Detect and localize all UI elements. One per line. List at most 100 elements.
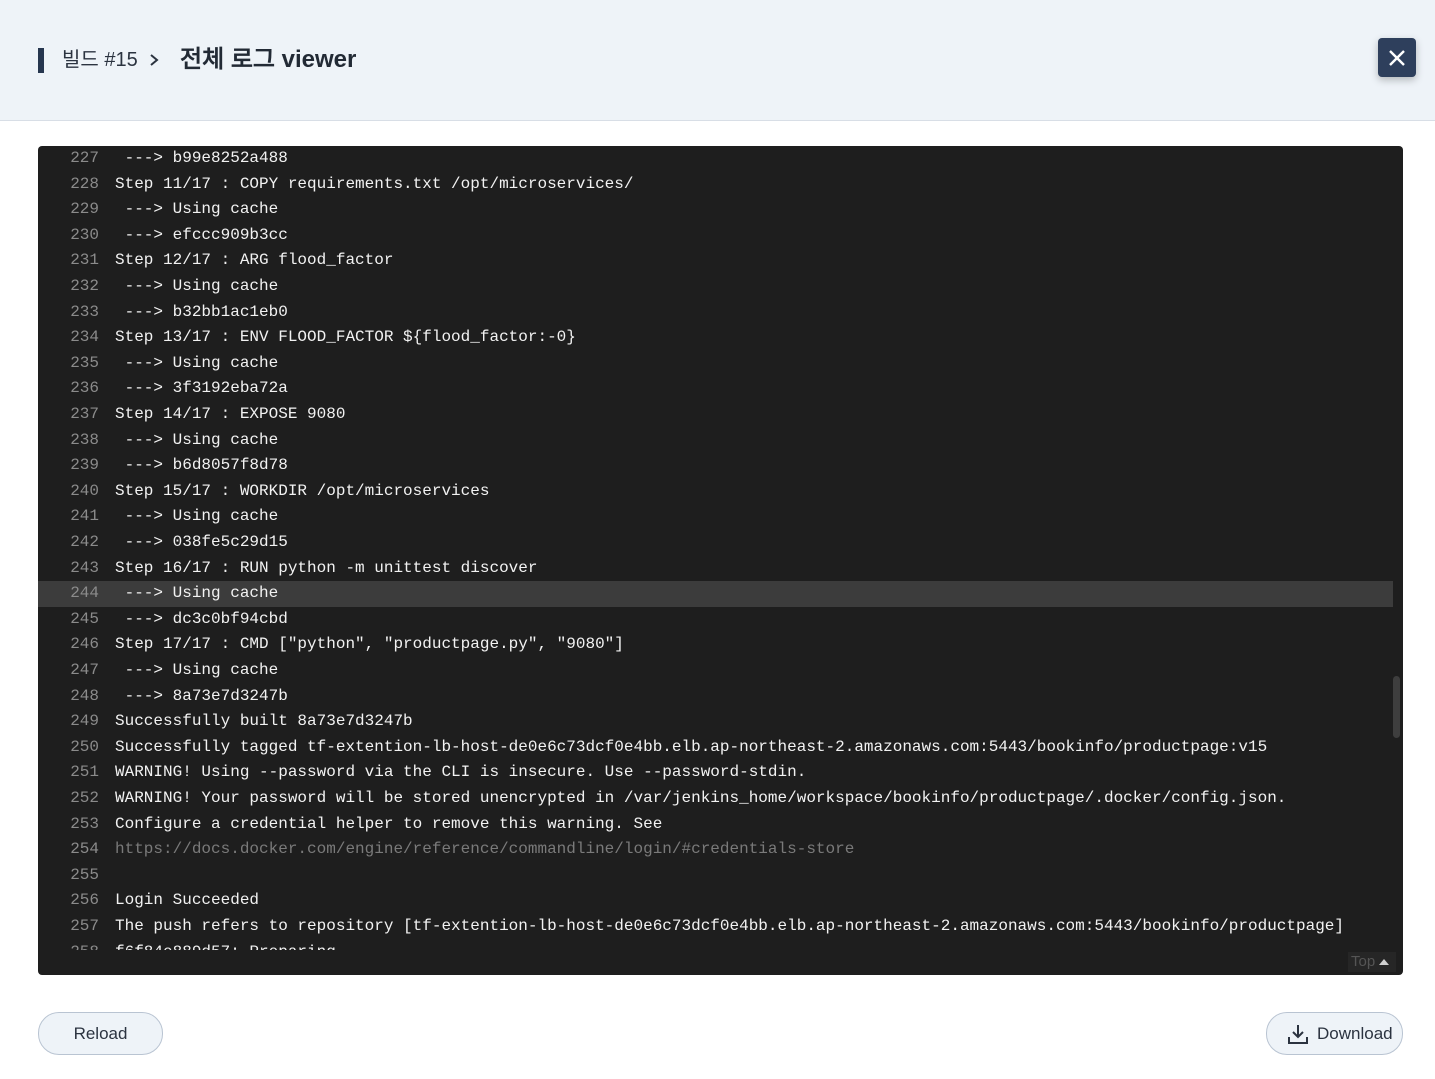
top-label: Top [1351, 953, 1376, 970]
log-text: ---> b99e8252a488 [115, 149, 288, 167]
log-text: ---> efccc909b3cc [115, 225, 288, 244]
line-number: 245 [70, 609, 99, 628]
line-number: 248 [70, 686, 99, 705]
log-text: Step 15/17 : WORKDIR /opt/microservices [115, 481, 490, 500]
log-text: Successfully tagged tf-extention-lb-host… [115, 737, 1268, 756]
log-line: 252 WARNING! Your password will be stored… [38, 786, 1393, 812]
log-line: 250 Successfully tagged tf-extention-lb-h… [38, 735, 1393, 761]
reload-button[interactable]: Reload [38, 1012, 163, 1055]
log-line: 235 ---> Using cache [38, 351, 1393, 377]
log-text: Configure a credential helper to remove … [115, 814, 663, 833]
log-text: ---> Using cache [115, 200, 279, 219]
log-line: 244 ---> Using cache [38, 581, 1393, 607]
log-line: 236 ---> 3f3192eba72a [38, 376, 1393, 402]
log-line: 234 Step 13/17 : ENV FLOOD_FACTOR ${flood… [38, 325, 1393, 351]
line-number: 243 [70, 558, 99, 577]
log-line: 241 ---> Using cache [38, 504, 1393, 530]
log-text: ---> Using cache [115, 353, 279, 372]
log-line: 256 Login Succeeded [38, 888, 1393, 914]
line-number: 231 [70, 251, 99, 270]
log-text: ---> b6d8057f8d78 [115, 456, 288, 475]
line-number: 233 [70, 302, 99, 321]
log-text: Successfully built 8a73e7d3247b [115, 712, 413, 731]
line-number: 244 [70, 584, 99, 603]
log-text: Step 13/17 : ENV FLOOD_FACTOR ${flood_fa… [115, 328, 576, 347]
log-text: Step 12/17 : ARG flood_factor [115, 251, 394, 270]
log-line: 228 Step 11/17 : COPY requirements.txt /o… [38, 172, 1393, 198]
line-number: 257 [70, 917, 99, 935]
log-line: 238 ---> Using cache [38, 428, 1393, 454]
line-number: 242 [70, 533, 99, 551]
scroll-top-button[interactable]: Top [1348, 952, 1396, 972]
line-number: 256 [70, 891, 99, 910]
line-number: 229 [70, 200, 99, 219]
line-number: 240 [70, 481, 99, 500]
log-text: WARNING! Using --password via the CLI is… [115, 763, 807, 782]
line-number: 228 [70, 174, 99, 193]
log-text: ---> 3f3192eba72a [115, 379, 288, 398]
log-text: Step 14/17 : EXPOSE 9080 [115, 405, 346, 423]
download-button[interactable]: Download [1266, 1012, 1403, 1055]
caret-up-icon [1379, 959, 1390, 965]
line-number: 250 [70, 737, 99, 756]
log-line: 255 [38, 863, 1393, 889]
log-line: 258 f6f84e889d57: Preparing [38, 940, 1393, 950]
modal-header: 빌드 #15 전체 로그 viewer [0, 0, 1435, 121]
line-number: 255 [70, 865, 99, 884]
close-icon [1389, 49, 1405, 66]
chevron-right-icon [147, 48, 161, 72]
line-number: 239 [70, 456, 99, 475]
log-text: ---> dc3c0bf94cbd [115, 609, 288, 628]
log-text: The push refers to repository [tf-extent… [115, 917, 1344, 935]
line-number: 246 [70, 635, 99, 654]
log-line: 233 ---> b32bb1ac1eb0 [38, 300, 1393, 326]
log-text: Step 16/17 : RUN python -m unittest disc… [115, 558, 538, 577]
log-text: ---> Using cache [115, 277, 279, 295]
log-line: 232 ---> Using cache [38, 274, 1393, 300]
line-number: 258 [38, 940, 99, 950]
log-line: 253 Configure a credential helper to remo… [38, 812, 1393, 838]
log-line: 227 ---> b99e8252a488 [38, 146, 1393, 172]
log-text: Step 11/17 : COPY requirements.txt /opt/… [115, 174, 634, 193]
log-lines: 227 ---> b99e8252a488 228 Step 11/17 : COP… [38, 146, 1393, 950]
log-line: 247 ---> Using cache [38, 658, 1393, 684]
log-text: ---> b32bb1ac1eb0 [115, 302, 288, 321]
log-text: ---> Using cache [115, 507, 279, 526]
line-number: 227 [70, 149, 99, 167]
line-number: 249 [70, 712, 99, 731]
log-line: 240 Step 15/17 : WORKDIR /opt/microservic… [38, 479, 1393, 505]
download-label: Download [1317, 1024, 1393, 1043]
download-icon [1287, 1023, 1309, 1045]
line-number: 234 [70, 328, 99, 347]
log-line: 257 The push refers to repository [tf-ext… [38, 914, 1393, 940]
scrollbar-track[interactable] [1393, 146, 1403, 950]
log-line: 230 ---> efccc909b3cc [38, 223, 1393, 249]
page-title: 전체 로그 viewer [180, 46, 357, 73]
line-number: 253 [70, 814, 99, 833]
log-line: 249 Successfully built 8a73e7d3247b [38, 709, 1393, 735]
log-line: 243 Step 16/17 : RUN python -m unittest d… [38, 556, 1393, 582]
line-number: 235 [70, 353, 99, 372]
log-line: 248 ---> 8a73e7d3247b [38, 684, 1393, 710]
title-accent-bar [38, 48, 44, 73]
log-line: 254 https://docs.docker.com/engine/refere… [38, 837, 1393, 863]
log-text: Login Succeeded [115, 891, 260, 910]
log-line: 245 ---> dc3c0bf94cbd [38, 607, 1393, 633]
log-line: 242 ---> 038fe5c29d15 [38, 530, 1393, 556]
scrollbar-thumb[interactable] [1393, 676, 1400, 738]
line-number: 238 [70, 430, 99, 449]
log-text: ---> Using cache [115, 661, 279, 679]
log-viewer[interactable]: 227 ---> b99e8252a488 228 Step 11/17 : COP… [38, 146, 1403, 975]
log-text: WARNING! Your password will be stored un… [115, 789, 1287, 807]
log-text: ---> Using cache [115, 584, 279, 603]
line-number: 252 [70, 789, 99, 807]
log-line: 229 ---> Using cache [38, 197, 1393, 223]
line-number: 236 [70, 379, 99, 398]
log-line: 231 Step 12/17 : ARG flood_factor [38, 248, 1393, 274]
line-number: 247 [70, 661, 99, 679]
log-link[interactable]: https://docs.docker.com/engine/reference… [115, 837, 854, 863]
line-number: 232 [70, 277, 99, 295]
close-button[interactable] [1378, 38, 1416, 77]
breadcrumb-build[interactable]: 빌드 #15 [62, 48, 138, 72]
line-number: 241 [70, 507, 99, 526]
